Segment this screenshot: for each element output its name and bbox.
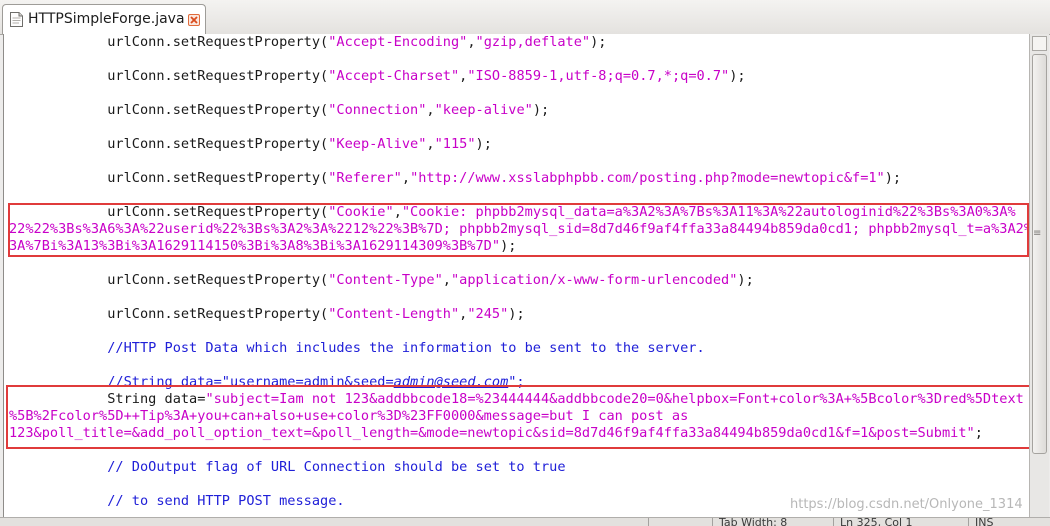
code-string: %5B%2Fcolor%5D++Tip%3A+you+can+also+use+… [9, 408, 689, 424]
code-string: "subject=Iam not 123&addbbcode18=%234444… [205, 391, 1024, 407]
code-comment: //HTTP Post Data which includes the info… [107, 340, 705, 356]
code-string: "Accept-Charset" [328, 68, 460, 84]
code-line: %5B%2Fcolor%5D++Tip%3A+you+can+also+use+… [9, 408, 688, 425]
code-string: "Cookie: phpbb2mysql_data=a%3A2%3A%7Bs%3… [401, 204, 1016, 220]
code-call: urlConn.setRequestProperty( [107, 204, 329, 220]
close-icon[interactable] [188, 14, 200, 26]
scroll-grip-icon: ≡ [1033, 228, 1042, 239]
code-separator: , [426, 136, 435, 152]
code-comment-link: admin@seed.com [393, 374, 509, 390]
code-terminator: ); [590, 34, 607, 50]
code-line: 3A%7Bi%3A13%3Bi%3A1629114150%3Bi%3A8%3Bi… [9, 238, 516, 255]
code-string: "keep-alive" [434, 102, 533, 118]
code-terminator: ); [508, 306, 525, 322]
code-call: urlConn.setRequestProperty( [107, 136, 329, 152]
code-string: 22%22%3Bs%3A6%3A%22userid%22%3Bs%3A2%3A%… [9, 221, 1029, 237]
code-line: urlConn.setRequestProperty("Content-Leng… [9, 306, 525, 323]
code-line: urlConn.setRequestProperty("Connection",… [9, 102, 549, 119]
code-terminator: ); [884, 170, 902, 186]
code-comment: "; [508, 374, 525, 390]
code-line: urlConn.setRequestProperty("Referer","ht… [9, 170, 901, 187]
code-string: "ISO-8859-1,utf-8;q=0.7,*;q=0.7" [467, 68, 730, 84]
code-string: 3A%7Bi%3A13%3Bi%3A1629114150%3Bi%3A8%3Bi… [9, 238, 501, 254]
code-separator: , [467, 34, 476, 50]
code-comment: // to send HTTP POST message. [107, 493, 345, 509]
code-line: urlConn.setRequestProperty("Content-Type… [9, 272, 754, 289]
code-line: // to send HTTP POST message. [9, 493, 345, 510]
code-call: urlConn.setRequestProperty( [107, 272, 329, 288]
code-string: "Accept-Encoding" [328, 34, 468, 50]
code-line: 123&poll_title=&add_poll_option_text=&po… [9, 425, 983, 442]
code-string: "Content-Length" [328, 306, 460, 322]
code-terminator: ); [532, 102, 550, 118]
code-terminator: ); [729, 68, 746, 84]
code-separator: , [401, 170, 411, 186]
code-terminator: ); [475, 136, 492, 152]
code-line: 22%22%3Bs%3A6%3A%22userid%22%3Bs%3A2%3A%… [9, 221, 1029, 238]
code-call: urlConn.setRequestProperty( [107, 102, 329, 118]
java-file-icon [10, 12, 23, 27]
code-separator: , [393, 204, 402, 220]
code-comment: //String data="username=admin&seed= [107, 374, 394, 390]
code-comment: // DoOutput flag of URL Connection shoul… [107, 459, 566, 475]
code-line: urlConn.setRequestProperty("Cookie","Coo… [9, 204, 1016, 221]
code-string: "Content-Type" [328, 272, 443, 288]
code-string: "application/x-www-form-urlencoded" [450, 272, 738, 288]
code-terminator: ); [500, 238, 517, 254]
code-call: urlConn.setRequestProperty( [107, 34, 329, 50]
watermark: https://blog.csdn.net/Onlyone_1314 [790, 497, 1023, 512]
code-editor[interactable]: urlConn.setRequestProperty("Accept-Encod… [3, 34, 1029, 517]
code-call: urlConn.setRequestProperty( [107, 170, 329, 186]
code-line: urlConn.setRequestProperty("Keep-Alive",… [9, 136, 492, 153]
code-string: 123&poll_title=&add_poll_option_text=&po… [9, 425, 975, 441]
code-string: "gzip,deflate" [475, 34, 591, 50]
code-line: String data="subject=Iam not 123&addbbco… [9, 391, 1024, 408]
code-string: "245" [467, 306, 509, 322]
code-line: //HTTP Post Data which includes the info… [9, 340, 705, 357]
tab-httpsimpleforge[interactable]: HTTPSimpleForge.java [2, 4, 206, 34]
code-string: "Referer" [328, 170, 402, 186]
code-line: urlConn.setRequestProperty("Accept-Encod… [9, 34, 606, 51]
code-string: "Connection" [328, 102, 427, 118]
code-string: "Keep-Alive" [328, 136, 427, 152]
code-line: // DoOutput flag of URL Connection shoul… [9, 459, 566, 476]
code-line: //String data="username=admin&seed=admin… [9, 374, 525, 391]
code-separator: , [442, 272, 451, 288]
tab-title: HTTPSimpleForge.java [28, 11, 185, 27]
code-terminator: ); [737, 272, 754, 288]
code-line: urlConn.setRequestProperty("Accept-Chars… [9, 68, 746, 85]
code-separator: , [426, 102, 435, 118]
editor-window: HTTPSimpleForge.java urlConn.setRequestP… [0, 0, 1050, 526]
code-string: "115" [434, 136, 476, 152]
code-call: urlConn.setRequestProperty( [107, 306, 329, 322]
code-string: "http://www.xsslabphpbb.com/posting.php?… [410, 170, 885, 186]
scroll-thumb[interactable] [1032, 54, 1047, 454]
code-terminator: ; [974, 425, 983, 441]
code-call: String data= [107, 391, 206, 407]
vertical-scrollbar[interactable] [1029, 34, 1049, 517]
scroll-up-arrow[interactable] [1032, 36, 1047, 51]
code-string: "Cookie" [328, 204, 394, 220]
tab-strip: HTTPSimpleForge.java [0, 0, 1050, 35]
code-call: urlConn.setRequestProperty( [107, 68, 329, 84]
